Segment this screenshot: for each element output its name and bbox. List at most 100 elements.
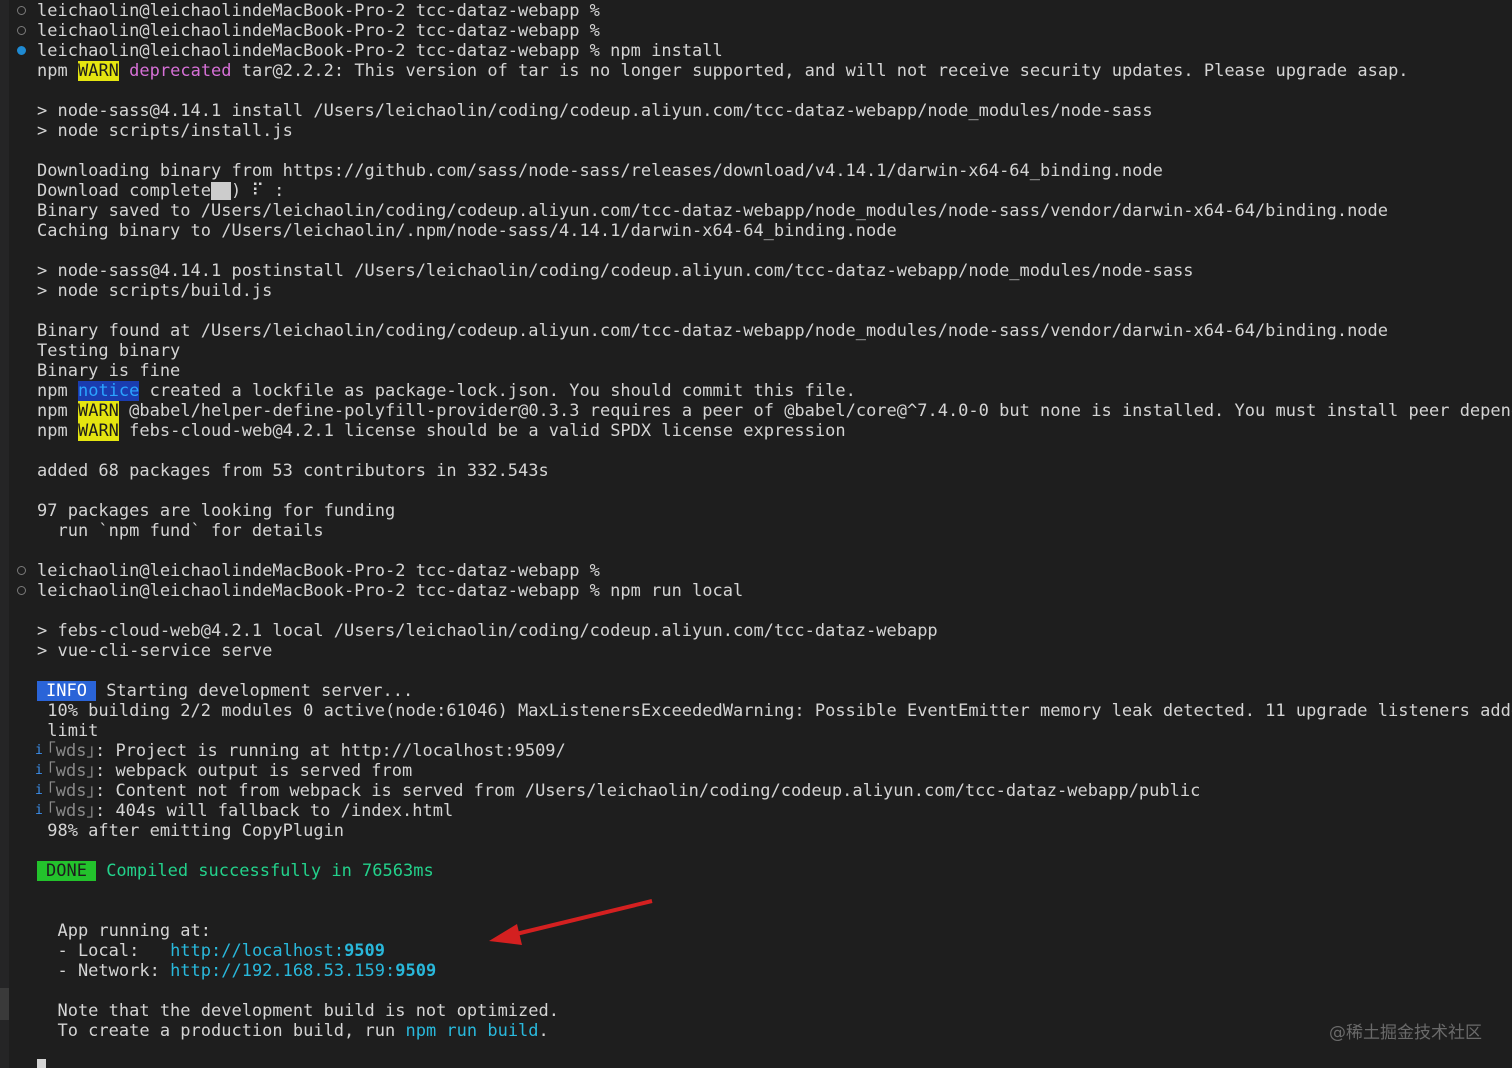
output-line: Binary is fine — [37, 361, 181, 381]
npm-label: npm — [37, 381, 68, 401]
network-port: 9509 — [395, 961, 437, 981]
output-line: 98% after emitting CopyPlugin — [37, 821, 345, 841]
command-text: npm run local — [610, 581, 744, 601]
output-line: To create a production build, run npm ru… — [37, 1021, 1512, 1041]
info-icon: i — [35, 783, 43, 798]
done-badge: DONE — [37, 861, 96, 881]
output-text: : Content not from webpack is served fro… — [94, 781, 1201, 801]
prompt-line: leichaolin@leichaolindeMacBook-Pro-2 tcc… — [17, 581, 1512, 601]
prompt-text: leichaolin@leichaolindeMacBook-Pro-2 tcc… — [37, 561, 600, 581]
info-icon: i — [35, 803, 43, 818]
output-line: limit — [37, 721, 99, 741]
info-icon: i — [35, 763, 43, 778]
output-text: : Project is running at http://localhost… — [94, 741, 566, 761]
output-line: Downloading binary from https://github.c… — [37, 161, 1163, 181]
command-status-icon[interactable] — [17, 46, 26, 55]
prompt-text: leichaolin@leichaolindeMacBook-Pro-2 tcc… — [37, 581, 600, 601]
npm-label: npm — [37, 61, 68, 81]
local-port: 9509 — [344, 941, 386, 961]
npm-label: npm — [37, 401, 68, 421]
output-line: 97 packages are looking for funding — [37, 501, 396, 521]
output-text: Starting development server... — [95, 681, 414, 701]
prompt-text: leichaolin@leichaolindeMacBook-Pro-2 tcc… — [37, 41, 600, 61]
output-text: Download complete — [37, 181, 211, 201]
output-line: Binary found at /Users/leichaolin/coding… — [37, 321, 1389, 341]
command-status-icon[interactable] — [17, 586, 26, 595]
output-line: Binary saved to /Users/leichaolin/coding… — [37, 201, 1389, 221]
local-label: - Local: — [37, 941, 171, 961]
output-text: febs-cloud-web@4.2.1 license should be a… — [118, 421, 846, 441]
output-line: Note that the development build is not o… — [37, 1001, 559, 1021]
output-line: Download complete ) ⠏ : — [37, 181, 1512, 201]
output-text: created a lockfile as package-lock.json.… — [139, 381, 856, 401]
deprecated-label: deprecated — [129, 61, 232, 81]
build-command: npm run build — [405, 1021, 539, 1041]
terminal-gutter — [0, 0, 9, 1068]
output-text: : webpack output is served from — [94, 761, 413, 781]
output-text: @babel/helper-define-polyfill-provider@0… — [118, 401, 1512, 421]
command-status-icon[interactable] — [17, 566, 26, 575]
prompt-text: leichaolin@leichaolindeMacBook-Pro-2 tcc… — [37, 1, 600, 21]
output-line: Testing binary — [37, 341, 181, 361]
terminal-cursor — [37, 1059, 46, 1068]
prompt-line: leichaolin@leichaolindeMacBook-Pro-2 tcc… — [17, 1, 1512, 21]
output-line: INFO Starting development server... — [37, 681, 1512, 701]
output-line: - Local: http://localhost:9509 — [37, 941, 1512, 961]
prompt-line: leichaolin@leichaolindeMacBook-Pro-2 tcc… — [17, 561, 1512, 581]
output-line: 10% building 2/2 modules 0 active(node:6… — [37, 701, 1512, 721]
terminal-output[interactable]: leichaolin@leichaolindeMacBook-Pro-2 tcc… — [17, 0, 1512, 1041]
output-text: tar@2.2.2: This version of tar is no lon… — [231, 61, 1409, 81]
output-line: > febs-cloud-web@4.2.1 local /Users/leic… — [37, 621, 938, 641]
local-url-text: http://localhost: — [170, 941, 345, 961]
local-url-link[interactable]: http://localhost:9509 — [170, 941, 385, 961]
output-line: npm notice created a lockfile as package… — [37, 381, 1512, 401]
output-line: App running at: — [37, 921, 211, 941]
network-url-link[interactable]: http://192.168.53.159:9509 — [170, 961, 436, 981]
wds-label: ｢wds｣ — [47, 801, 95, 821]
output-line: > node-sass@4.14.1 postinstall /Users/le… — [37, 261, 1194, 281]
output-text: ) ⠏ : — [231, 181, 285, 201]
output-line: npm WARN febs-cloud-web@4.2.1 license sh… — [37, 421, 1512, 441]
output-text: To create a production build, run — [37, 1021, 406, 1041]
wds-label: ｢wds｣ — [47, 761, 95, 781]
network-label: - Network: — [37, 961, 171, 981]
output-line: DONE Compiled successfully in 76563ms — [37, 861, 1512, 881]
output-line: > vue-cli-service serve — [37, 641, 273, 661]
output-line: npm WARN deprecated tar@2.2.2: This vers… — [37, 61, 1512, 81]
notice-badge: notice — [77, 381, 140, 401]
output-line: i ｢wds｣: Content not from webpack is ser… — [35, 781, 1512, 801]
info-badge: INFO — [37, 681, 96, 701]
wds-label: ｢wds｣ — [47, 781, 95, 801]
info-icon: i — [35, 743, 43, 758]
output-line: Caching binary to /Users/leichaolin/.npm… — [37, 221, 897, 241]
network-url-text: http://192.168.53.159: — [170, 961, 396, 981]
command-status-icon[interactable] — [17, 26, 26, 35]
output-line: i ｢wds｣: 404s will fallback to /index.ht… — [35, 801, 1512, 821]
command-status-icon[interactable] — [17, 6, 26, 15]
warn-badge: WARN — [77, 61, 119, 81]
gutter-scroll-mark — [0, 988, 9, 1020]
output-line: > node scripts/build.js — [37, 281, 273, 301]
warn-badge: WARN — [77, 421, 119, 441]
output-text: . — [538, 1021, 549, 1041]
npm-label: npm — [37, 421, 68, 441]
warn-badge: WARN — [77, 401, 119, 421]
compiled-message: Compiled successfully in 76563ms — [95, 861, 434, 881]
output-line: - Network: http://192.168.53.159:9509 — [37, 961, 1512, 981]
output-text: : 404s will fallback to /index.html — [94, 801, 454, 821]
wds-label: ｢wds｣ — [47, 741, 95, 761]
output-line: i ｢wds｣: Project is running at http://lo… — [35, 741, 1512, 761]
